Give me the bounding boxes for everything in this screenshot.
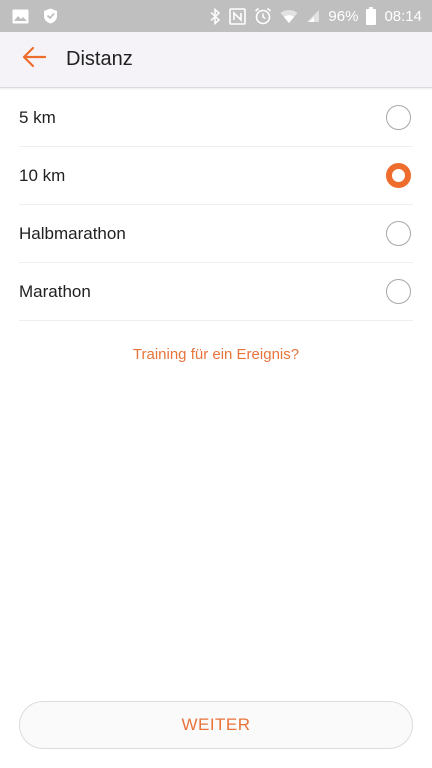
option-5km[interactable]: 5 km: [19, 89, 413, 147]
status-right: 96% 08:14: [210, 7, 422, 25]
back-button[interactable]: [6, 32, 62, 88]
radio-button[interactable]: [386, 105, 411, 130]
status-left: [12, 8, 58, 24]
option-label: Halbmarathon: [19, 223, 126, 243]
nfc-icon: [229, 7, 247, 25]
alarm-icon: [254, 7, 272, 25]
status-bar: 96% 08:14: [0, 0, 432, 32]
clock-time: 08:14: [384, 7, 422, 25]
option-marathon[interactable]: Marathon: [19, 263, 413, 321]
radio-button[interactable]: [386, 221, 411, 246]
battery-text: 96%: [328, 7, 359, 25]
signal-icon: [306, 9, 320, 23]
wifi-icon: [280, 9, 298, 24]
page-title: Distanz: [66, 48, 133, 70]
event-training-link[interactable]: Training für ein Ereignis?: [0, 346, 432, 363]
option-label: 5 km: [19, 107, 56, 127]
radio-button-selected[interactable]: [386, 163, 411, 188]
option-halbmarathon[interactable]: Halbmarathon: [19, 205, 413, 263]
distance-option-list: 5 km 10 km Halbmarathon Marathon: [19, 89, 413, 321]
bluetooth-icon: [210, 7, 221, 25]
toolbar: Distanz: [0, 32, 432, 88]
radio-button[interactable]: [386, 279, 411, 304]
shield-icon: [43, 8, 58, 24]
option-label: 10 km: [19, 165, 66, 185]
option-label: Marathon: [19, 281, 91, 301]
option-10km[interactable]: 10 km: [19, 147, 413, 205]
arrow-left-icon: [21, 46, 47, 73]
continue-button[interactable]: WEITER: [19, 701, 413, 749]
battery-icon: [366, 7, 377, 25]
image-icon: [12, 9, 29, 24]
